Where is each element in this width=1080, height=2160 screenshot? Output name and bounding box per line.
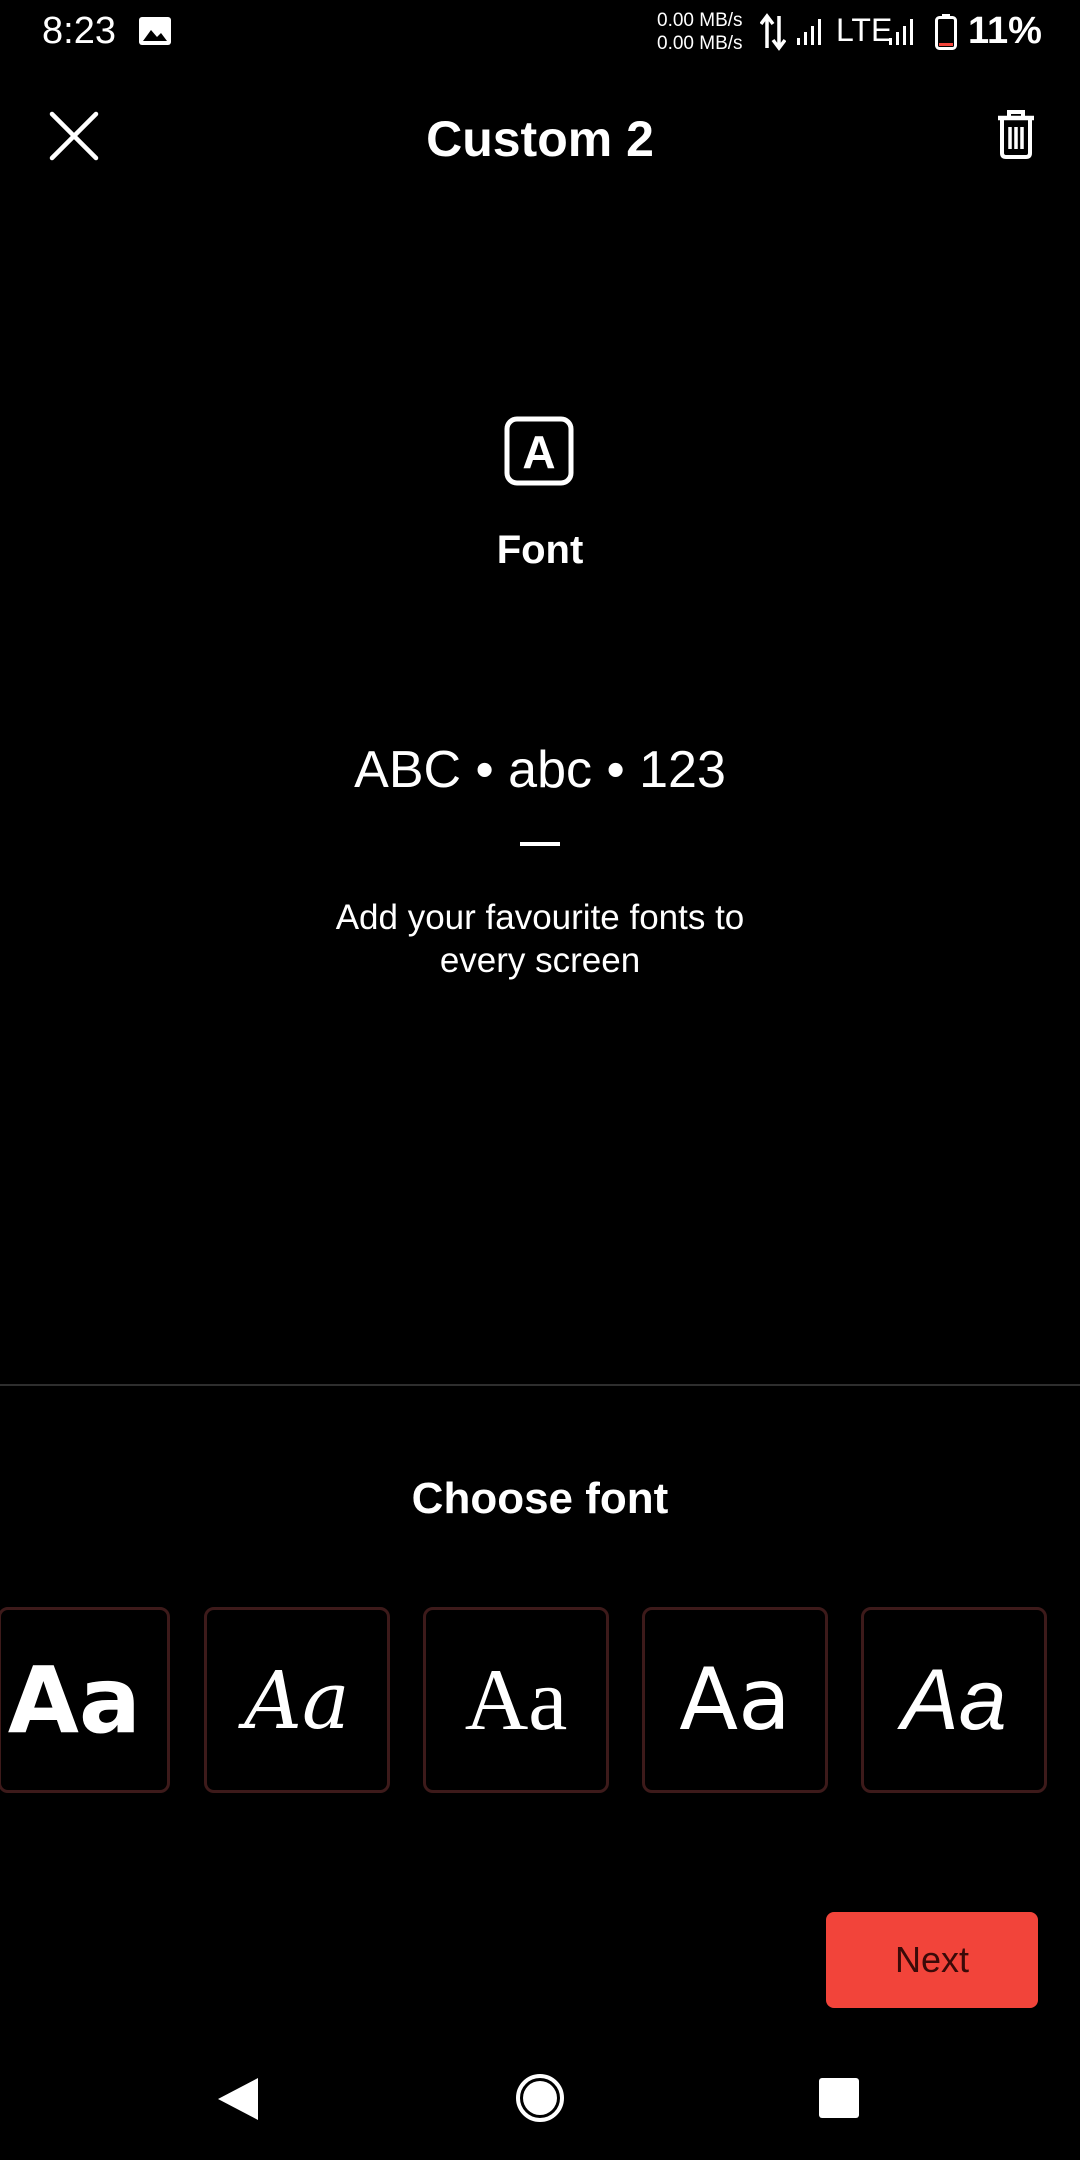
font-option-label: Aa [464,1651,568,1749]
preview-divider [520,842,560,846]
feature-description: Add your favourite fonts to every screen [335,898,745,980]
font-option-label: Aa [7,1646,141,1754]
font-option-label: Aa [901,1651,1007,1748]
font-icon: A [504,416,574,486]
signal-icon [797,19,821,45]
font-option-3[interactable]: Aa [423,1607,609,1793]
font-option-2[interactable]: Aa [204,1607,390,1793]
recents-square-icon[interactable] [818,2077,860,2119]
trash-icon[interactable] [996,110,1036,160]
network-speed: 0.00 MB/s 0.00 MB/s [657,9,743,55]
font-option-label: Aa [244,1653,350,1747]
font-icon-frame: A [504,416,574,486]
font-option-5[interactable]: Aa [861,1607,1047,1793]
font-option-4[interactable]: Aa [642,1607,828,1793]
font-option-label: Aa [679,1650,791,1750]
next-button[interactable]: Next [826,1912,1038,2008]
next-button-label: Next [894,1939,970,1980]
battery-icon [935,14,957,50]
battery-level: 11% [968,10,1042,52]
section-divider [0,1384,1080,1386]
gallery-notification-icon [139,17,171,45]
network-type: LTE [836,12,893,48]
font-option-1[interactable]: Aa [0,1607,170,1793]
signal-icon-secondary [889,19,913,45]
download-rate: 0.00 MB/s [657,33,743,54]
choose-font-title: Choose font [411,1474,669,1523]
close-icon[interactable] [48,110,100,162]
data-transfer-icon [760,13,786,51]
status-time: 8:23 [42,10,116,52]
home-circle-icon[interactable] [514,2072,566,2124]
feature-title: Font [496,528,584,572]
font-icon-glyph: A [522,426,555,478]
font-preview-text: ABC • abc • 123 [354,741,726,799]
page-title: Custom 2 [426,111,654,167]
status-bar: 8:23 0.00 MB/s 0.00 MB/s LTE 11% [0,0,1080,66]
back-triangle-icon[interactable] [216,2076,260,2122]
upload-rate: 0.00 MB/s [657,10,743,31]
